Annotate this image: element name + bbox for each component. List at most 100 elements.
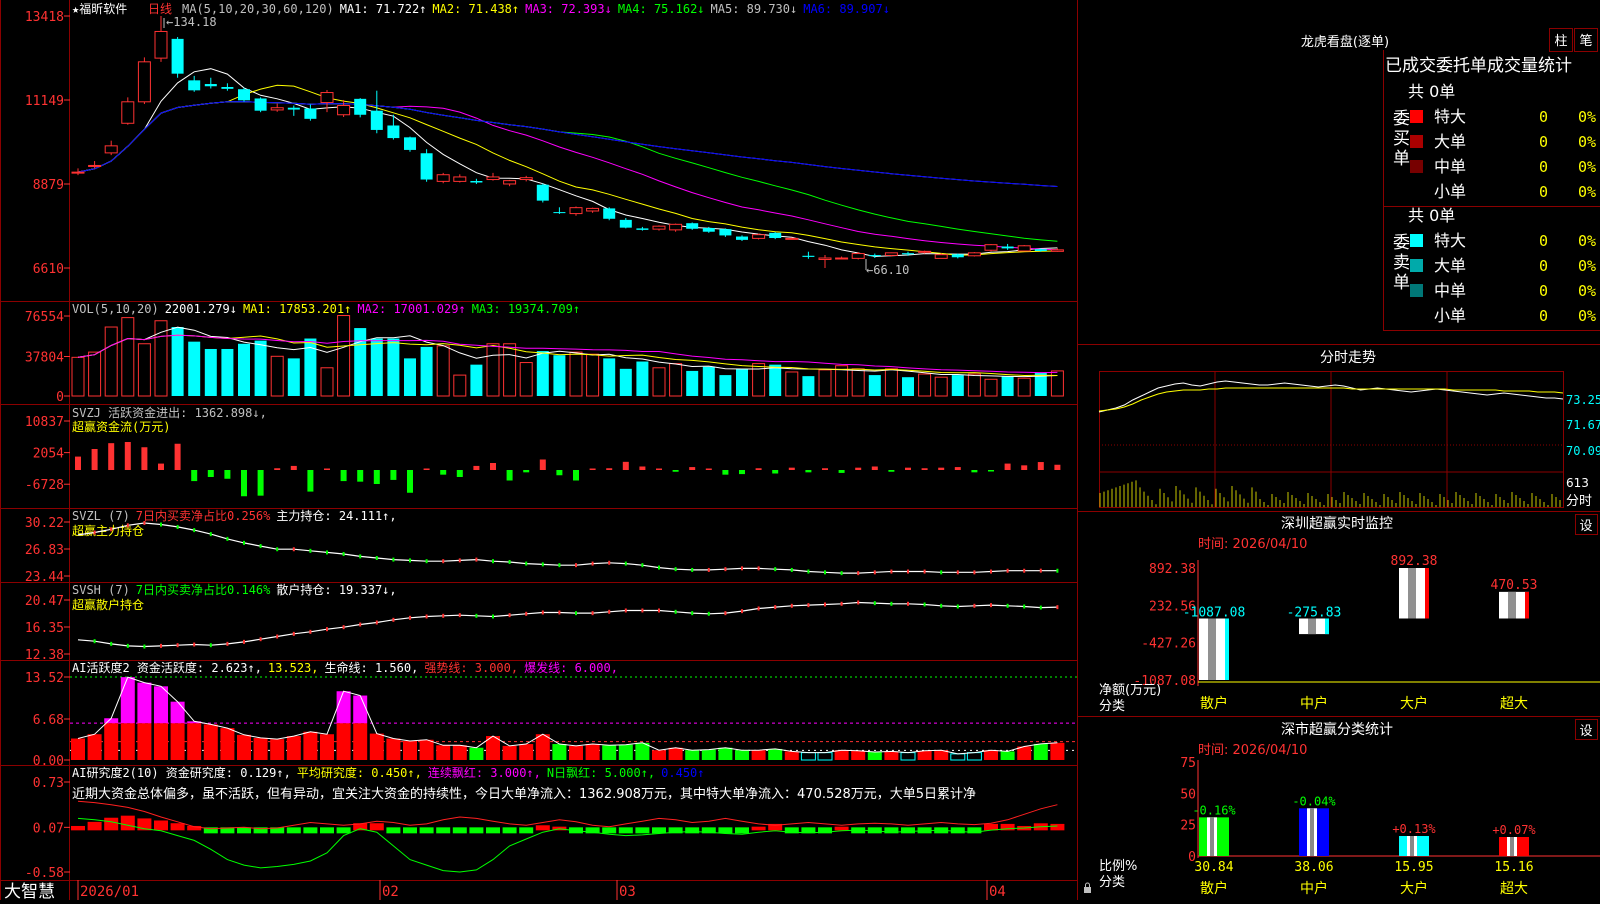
order-swatch [1410, 284, 1423, 297]
svzj-legend: SVZJ 活跃资金进出: 1362.898↓, [72, 405, 267, 420]
research-bar [104, 817, 119, 831]
activity-bar [469, 747, 484, 760]
sz-settings-button[interactable]: 设 [1575, 514, 1598, 535]
svzj-bar [822, 468, 828, 470]
cls-bar [1299, 808, 1329, 856]
vol-bar [769, 364, 782, 396]
svzj-bar [788, 467, 795, 470]
volume-panel[interactable]: VOL(5,10,20) 22001.279↓ MA1: 17853.201↑ MA2… [25, 302, 1064, 405]
activity-bar [718, 747, 733, 760]
research-bar [469, 827, 484, 834]
lock-icon[interactable] [1084, 882, 1091, 893]
data-point [176, 524, 179, 529]
activity-bar [867, 752, 882, 760]
order-value: 0 [1539, 183, 1548, 201]
ai-research-panel[interactable]: AI研究度2(10) 资金研究度: 0.129↑, 平均研究度: 0.450↑, 连… [25, 765, 1065, 881]
sz-cat-label: 中户 [1300, 695, 1328, 712]
svzj-bar [606, 468, 613, 470]
research-red-line [77, 800, 1058, 830]
legend-item: MA1: 71.722↑ [340, 2, 427, 16]
ai-activity-panel[interactable]: AI活跃度2 资金活跃度: 2.623↑, 13.523, 生命线: 1.560, 强… [25, 660, 1077, 769]
lhkp-title: 龙虎看盘(逐单) [1301, 34, 1389, 50]
cls-time: 时间: 2026/04/10 [1198, 743, 1307, 758]
candle-body [868, 255, 881, 257]
svzj-bar [622, 461, 629, 470]
vol-bar [188, 341, 201, 396]
order-value: 0 [1539, 108, 1548, 126]
svzj-bar [1054, 464, 1061, 470]
cls-change-label: +0.13% [1392, 822, 1436, 836]
activity-bar [353, 723, 368, 760]
data-point [209, 643, 212, 648]
data-point [691, 567, 694, 572]
y-tick-label: 0.00 [33, 754, 64, 769]
svzj-bar [639, 466, 646, 470]
ma-lines [77, 68, 1058, 258]
svzj-bar [838, 470, 845, 473]
cls-settings-button[interactable]: 设 [1575, 719, 1598, 740]
sz-class-panel[interactable]: 深市超赢分类统计 设 时间: 2026/04/10 7550250-0.16%3… [1099, 719, 1600, 898]
data-point [359, 554, 362, 559]
sz-monitor-panel[interactable]: 深圳超赢实时监控 设 时间: 2026/04/10 892.38232.56-4… [1099, 514, 1600, 715]
legend-item: 7日内买卖净占比0.146% [136, 582, 271, 597]
column-view-button[interactable]: 柱 [1549, 28, 1573, 52]
kline-panel[interactable]: ★福昕软件 日线 MA(5,10,20,30,60,120) MA1: 71.72… [25, 1, 1064, 277]
activity-bar [303, 731, 318, 760]
activity-bar [800, 752, 816, 761]
svzl-y-axis: 30.22 26.83 23.44 [25, 516, 70, 585]
activity-bar [270, 739, 285, 760]
svzj-bar [274, 468, 281, 470]
candle-body [1017, 245, 1031, 252]
research-bar [735, 827, 749, 834]
activity-bar [585, 744, 600, 760]
research-bar [718, 827, 733, 834]
intraday-vol-label: 613 [1566, 476, 1589, 490]
order-swatch [1410, 160, 1423, 173]
data-point [973, 570, 976, 575]
svsh-panel[interactable]: SVSH (7) 7日内买卖净占比0.146% 散户持仓: 19.337↓, 超赢散… [25, 582, 1059, 663]
ma-line [77, 101, 1058, 242]
svzj-bar [705, 468, 712, 470]
sz-bar-edge [1425, 568, 1429, 619]
cls-bar-center [1310, 808, 1314, 856]
svzj-bar [108, 443, 115, 470]
order-value: 0 [1539, 232, 1548, 250]
svzl-panel[interactable]: SVZL (7) 7日内买卖净占比0.256% 主力持仓: 24.111↑, 超赢主… [25, 508, 1059, 585]
cls-cat-label: 大户 [1400, 880, 1428, 897]
order-pct: 0% [1578, 257, 1596, 275]
data-point [973, 603, 976, 608]
data-point [492, 614, 494, 619]
data-point [990, 569, 992, 574]
data-point [309, 548, 312, 553]
bottom-bar: 大智慧 2026/01 02 03 04 [4, 880, 1091, 902]
data-point [243, 639, 245, 644]
tick-view-button[interactable]: 笔 [1574, 28, 1598, 52]
data-point [774, 605, 777, 610]
sz-y-label: 892.38 [1149, 562, 1196, 577]
vol-bar [569, 351, 583, 397]
order-value: 0 [1539, 257, 1548, 275]
y-tick-label: 6.68 [33, 713, 64, 728]
vol-bar [370, 338, 383, 396]
activity-bar [71, 738, 85, 760]
intraday-panel[interactable]: 分时走势 73.25 71.67 70.09 613 分时 [1098, 350, 1600, 509]
activity-bar [552, 744, 567, 760]
legend-item: MA4: 75.162↓ [618, 2, 705, 16]
candle-body [686, 223, 699, 229]
high-label: ←134.18 [166, 15, 217, 29]
order-pct: 0% [1578, 183, 1596, 201]
y-tick-label: 6610 [33, 262, 64, 277]
svzj-panel[interactable]: SVZJ 活跃资金进出: 1362.898↓, 超赢资金流(万元) 10837 2… [25, 405, 1061, 497]
svzj-bar [473, 465, 480, 470]
legend-item: AI研究度2(10) 资金研究度: 0.129↑, [72, 765, 291, 780]
data-point [608, 609, 611, 614]
candle-body [1034, 249, 1047, 251]
svzj-bar [407, 470, 413, 493]
candle-body [586, 207, 600, 212]
svzj-bar [988, 470, 994, 472]
legend-item: AI活跃度2 资金活跃度: 2.623↑, [72, 660, 262, 675]
svzj-bar [373, 470, 380, 484]
research-bar [502, 827, 517, 834]
sz-bar-edge [1225, 618, 1229, 680]
sz-title: 深圳超赢实时监控 [1281, 515, 1393, 532]
